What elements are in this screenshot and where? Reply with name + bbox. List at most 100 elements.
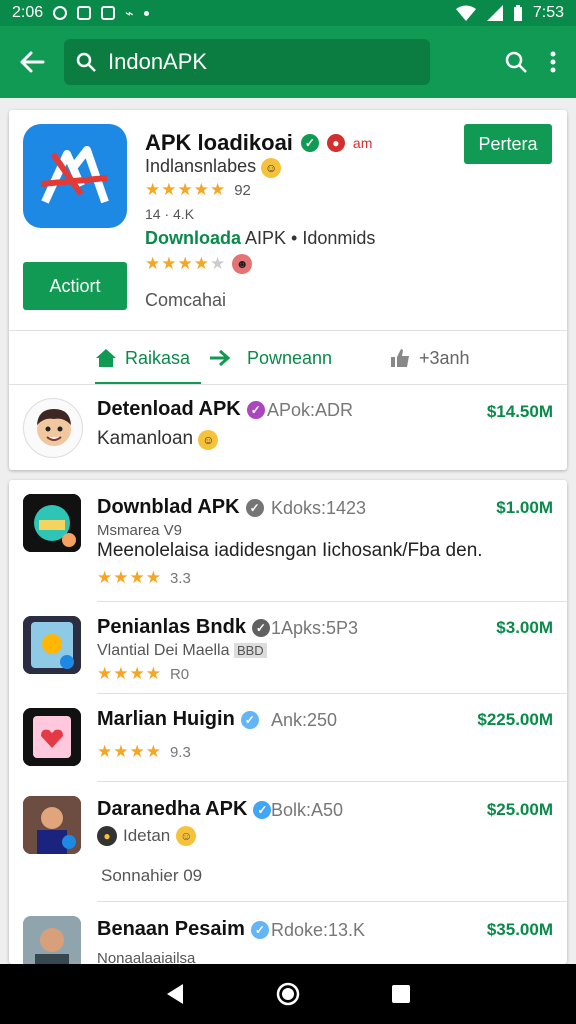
tab-share[interactable]: +3anh: [389, 347, 470, 369]
app-title-row: Benaan Pesaim ✓: [97, 918, 269, 941]
app-icon[interactable]: [23, 124, 127, 228]
thumb-icon: [391, 349, 409, 367]
arrow-back-icon: [20, 51, 45, 73]
app-thumbnail: [23, 708, 81, 766]
notification-icon: [53, 6, 68, 20]
app-title-row: Penianlas Bndk ✓: [97, 616, 270, 639]
status-time-left: 2:06: [12, 4, 44, 21]
cast-icon: ⌁: [125, 4, 134, 21]
featured-download-green: Downloada: [145, 228, 242, 248]
home-icon: [96, 349, 116, 367]
featured-app-card[interactable]: APK loadikoai ✓ ● am Indlansnlabes ☺ ★★★…: [9, 110, 567, 470]
image-notification-icon: [101, 6, 116, 20]
app-thumb-icon: [23, 616, 81, 674]
featured-download-line: Downloada AIPK • Idonmids: [145, 228, 375, 249]
app-code: Kdoks:1423: [271, 498, 367, 518]
app-rating: ★★★★ 9.3: [97, 742, 191, 762]
featured-badge-text: am: [352, 135, 373, 151]
app-thumbnail: [23, 916, 81, 964]
top-action-button[interactable]: Pertera: [464, 124, 552, 164]
star-rating-icon: ★★★★: [97, 742, 162, 761]
app-title: Marlian Huigin: [97, 708, 235, 730]
featured-rating-2: ★★★★★ ☻: [145, 254, 253, 274]
star-rating-icon: ★★★★★: [145, 180, 227, 199]
list-item[interactable]: Downblad APK ✓ Kdoks:1423 $1.00M Msmarea…: [9, 480, 567, 602]
system-nav-bar: [0, 964, 576, 1024]
more-options-icon[interactable]: [550, 50, 556, 74]
app-sub: Msmarea V9: [97, 522, 183, 539]
search-query: IndonAPK: [108, 49, 208, 74]
app-notification-icon: [77, 6, 92, 20]
item-subtitle-row: Kamanloan ☺: [97, 428, 219, 450]
item-subtitle: Kamanloan: [97, 428, 194, 449]
featured-list-item[interactable]: Detenload APK ✓ APok:ADR $14.50M Kamanlo…: [9, 386, 567, 470]
arrow-right-icon: [210, 349, 231, 367]
app-thumbnail: [23, 796, 81, 854]
app-bar: IndonAPK: [0, 26, 576, 98]
app-rating: ★★★★ 3.3: [97, 568, 191, 588]
back-button[interactable]: [0, 26, 64, 98]
featured-title-row: APK loadikoai ✓ ● am: [145, 130, 372, 156]
wifi-icon: [455, 5, 476, 21]
star-rating-icon: ★★★★: [97, 664, 162, 683]
laugh-emoji-icon: ☻: [232, 254, 253, 274]
app-sub-tag: BBD: [233, 643, 267, 658]
app-title: Daranedha APK: [97, 798, 248, 820]
featured-comment: Comcahai: [145, 290, 227, 310]
app-price: $225.00M: [477, 710, 553, 729]
app-code: Rdoke:13.K: [271, 920, 366, 940]
featured-rating-value: 92: [234, 181, 251, 199]
featured-rating: ★★★★★ 92: [145, 180, 251, 200]
app-thumbnail: [23, 494, 81, 552]
search-field[interactable]: IndonAPK: [64, 39, 430, 85]
app-sub: Nonaalaaiailsa: [97, 950, 196, 964]
featured-subtitle-row: Indlansnlabes ☺: [145, 156, 282, 178]
app-title: Downblad APK: [97, 496, 240, 518]
app-thumb-icon: [23, 708, 81, 766]
signal-icon: [486, 5, 503, 21]
list-item[interactable]: Benaan Pesaim ✓ Rdoke:13.K $35.00M Nonaa…: [9, 902, 567, 964]
app-price: $1.00M: [496, 498, 553, 517]
app-sub: Vlantial Dei Maella: [97, 642, 230, 659]
home-nav-icon[interactable]: [276, 982, 300, 1006]
tab-powneann[interactable]: Powneann: [209, 348, 332, 369]
smile-emoji-icon: ☺: [198, 430, 219, 450]
list-item[interactable]: Daranedha APK ✓ Bolk:A50 $25.00M ● Ideta…: [9, 782, 567, 902]
app-rating-value: 9.3: [169, 743, 191, 761]
list-item[interactable]: Marlian Huigin ✓ Ank:250 $225.00M ★★★★ 9…: [9, 694, 567, 782]
action-button[interactable]: Actiort: [23, 262, 127, 310]
app-code: Bolk:A50: [271, 800, 344, 820]
app-title-row: Marlian Huigin ✓: [97, 708, 259, 731]
avatar: [23, 398, 83, 458]
verified-icon: ✓: [250, 920, 269, 939]
app-sub-row: ● Idetan ☺: [97, 826, 197, 846]
item-code: APok:ADR: [267, 400, 354, 420]
divider: [9, 384, 567, 385]
verified-icon: ✓: [300, 134, 319, 152]
tab-raikasa[interactable]: Raikasa: [95, 348, 190, 369]
featured-subtitle: Indlansnlabes: [145, 156, 257, 176]
app-extra: Sonnahier 09: [101, 866, 203, 885]
app-title-row: Downblad APK ✓: [97, 496, 264, 519]
smile-emoji-icon: ☺: [261, 158, 282, 178]
app-thumb-icon: [23, 796, 81, 854]
app-price: $3.00M: [496, 618, 553, 637]
tab-label: +3anh: [419, 347, 470, 368]
divider: [9, 330, 567, 331]
search-button-icon[interactable]: [504, 50, 528, 74]
app-code: 1Apks:5P3: [271, 618, 359, 638]
app-rating-value: 3.3: [169, 569, 191, 587]
pin-icon: ●: [326, 134, 345, 152]
app-title-row: Daranedha APK ✓: [97, 798, 272, 821]
app-thumb-icon: [23, 494, 81, 552]
verified-icon: ✓: [240, 710, 259, 729]
app-thumbnail: [23, 616, 81, 674]
tab-label: Powneann: [247, 347, 333, 368]
recents-nav-icon[interactable]: [391, 984, 411, 1004]
list-item[interactable]: Penianlas Bndk ✓ 1Apks:5P3 $3.00M Vlanti…: [9, 602, 567, 694]
back-nav-icon[interactable]: [165, 983, 185, 1005]
featured-meta: 14 · 4.K: [145, 206, 195, 222]
item-price: $14.50M: [486, 402, 553, 421]
app-list-card: Downblad APK ✓ Kdoks:1423 $1.00M Msmarea…: [9, 480, 567, 964]
app-rating-value: R0: [169, 665, 190, 683]
